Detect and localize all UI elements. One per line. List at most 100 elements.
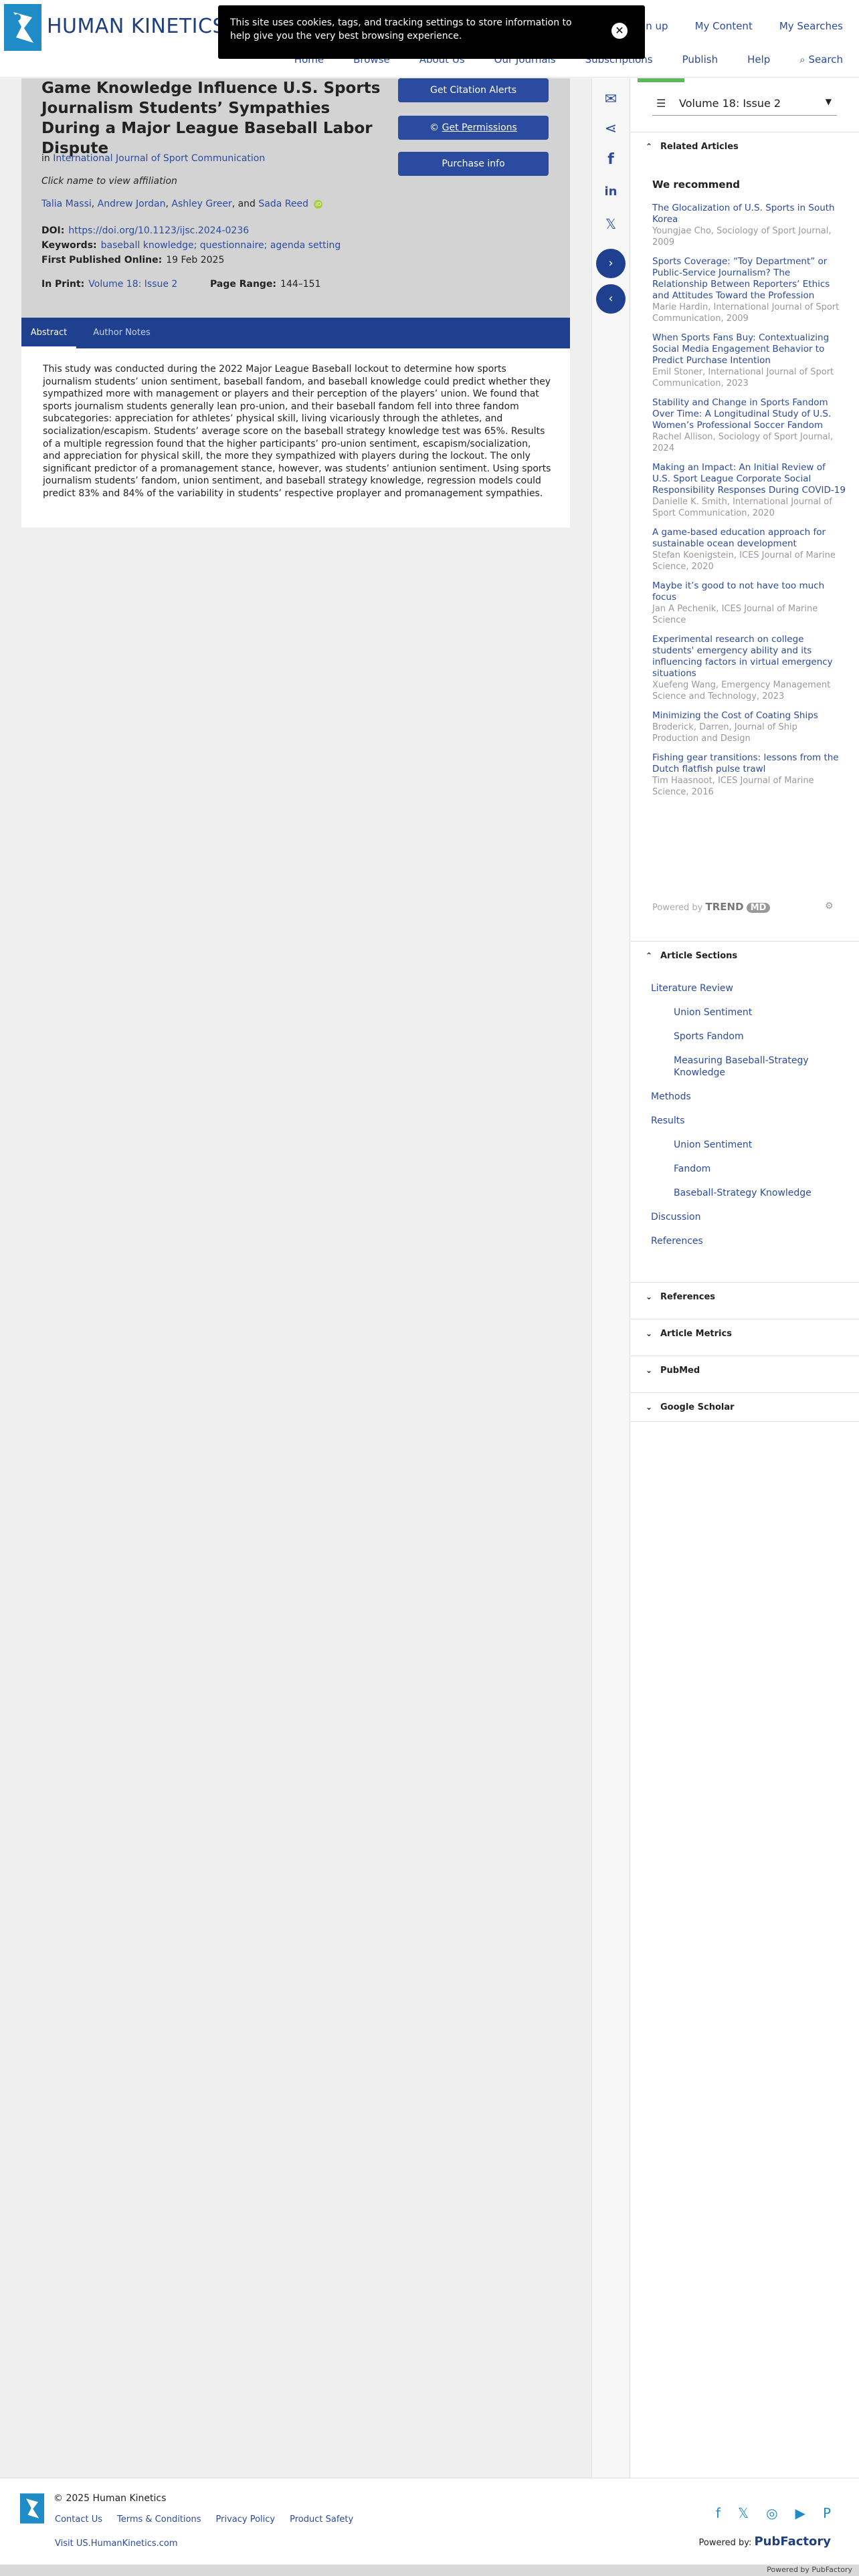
recommendation-title[interactable]: Making an Impact: An Initial Review of U… bbox=[652, 462, 846, 496]
article-section-link[interactable]: Results bbox=[631, 1115, 859, 1127]
recommendation-title[interactable]: The Glocalization of U.S. Sports in Sout… bbox=[652, 203, 846, 225]
get-permissions-button[interactable]: © Get Permissions bbox=[398, 116, 549, 140]
google-scholar-toggle[interactable]: ⌄ Google Scholar bbox=[631, 1392, 859, 1422]
article-section-link[interactable]: References bbox=[631, 1235, 859, 1247]
recommendation-source: Marie Hardin, International Journal of S… bbox=[652, 302, 840, 324]
recommendation-title[interactable]: Stability and Change in Sports Fandom Ov… bbox=[652, 397, 846, 431]
purchase-info-button[interactable]: Purchase info bbox=[398, 152, 549, 176]
footer-logo[interactable] bbox=[20, 2493, 44, 2524]
page-range-row: Page Range: 144–151 bbox=[210, 279, 321, 290]
footer-links: Contact Us Terms & Conditions Privacy Po… bbox=[55, 2514, 353, 2525]
nav-publish[interactable]: Publish bbox=[682, 53, 718, 66]
recommendation-title[interactable]: When Sports Fans Buy: Contextualizing So… bbox=[652, 332, 846, 366]
author-link[interactable]: Ashley Greer bbox=[171, 199, 231, 209]
nav-search[interactable]: ⌕ Search bbox=[799, 53, 843, 66]
pinterest-icon[interactable]: P bbox=[823, 2505, 831, 2521]
contact-us-link[interactable]: Contact Us bbox=[55, 2514, 102, 2525]
terms-link[interactable]: Terms & Conditions bbox=[117, 2514, 201, 2525]
article-section-link[interactable]: Sports Fandom bbox=[631, 1031, 859, 1043]
copyright-icon: © bbox=[430, 122, 442, 133]
my-searches-link[interactable]: My Searches bbox=[779, 20, 843, 32]
share-icon[interactable]: ⋖ bbox=[601, 119, 621, 139]
volume-select[interactable]: ☰ Volume 18: Issue 2 ▼ bbox=[652, 92, 837, 116]
gear-icon[interactable]: ⚙ bbox=[825, 901, 834, 911]
author-link[interactable]: Talia Massi bbox=[41, 199, 92, 209]
doi-label: DOI: bbox=[41, 225, 65, 236]
doi-link[interactable]: https://doi.org/10.1123/ijsc.2024-0236 bbox=[68, 225, 249, 236]
recommendation-item[interactable]: When Sports Fans Buy: Contextualizing So… bbox=[652, 332, 846, 389]
chevron-up-icon: ⌃ bbox=[646, 951, 653, 960]
article-sections-toggle[interactable]: ⌃ Article Sections bbox=[631, 941, 859, 970]
page-range-label: Page Range: bbox=[210, 279, 277, 290]
recommendation-title[interactable]: Maybe it’s good to not have too much foc… bbox=[652, 580, 846, 603]
chevron-left-icon[interactable]: ‹ bbox=[596, 284, 626, 314]
first-published-row: First Published Online: 19 Feb 2025 bbox=[41, 255, 224, 265]
x-icon[interactable]: 𝕏 bbox=[738, 2505, 749, 2521]
article-metrics-toggle[interactable]: ⌄ Article Metrics bbox=[631, 1319, 859, 1348]
recommendation-list: The Glocalization of U.S. Sports in Sout… bbox=[652, 203, 846, 806]
instagram-icon[interactable]: ◎ bbox=[766, 2505, 777, 2521]
trendmd-badge[interactable]: Powered by TREND MD bbox=[652, 901, 771, 913]
keywords-row: Keywords: baseball knowledge; questionnai… bbox=[41, 240, 341, 251]
article-section-link[interactable]: Discussion bbox=[631, 1211, 859, 1223]
article-section-link[interactable]: Literature Review bbox=[631, 982, 859, 994]
related-articles-toggle[interactable]: ⌃ Related Articles bbox=[631, 132, 859, 161]
chevron-down-icon: ⌄ bbox=[646, 1366, 653, 1375]
recommendation-item[interactable]: The Glocalization of U.S. Sports in Sout… bbox=[652, 203, 846, 248]
facebook-icon[interactable]: f bbox=[716, 2505, 721, 2521]
keywords-links[interactable]: baseball knowledge; questionnaire; agend… bbox=[101, 240, 341, 251]
author-link[interactable]: Andrew Jordan bbox=[98, 199, 166, 209]
recommendation-item[interactable]: Experimental research on college student… bbox=[652, 634, 846, 702]
journal-link[interactable]: International Journal of Sport Communica… bbox=[53, 153, 265, 164]
chevron-right-icon[interactable]: › bbox=[596, 249, 626, 278]
recommendation-item[interactable]: A game-based education approach for sust… bbox=[652, 527, 846, 572]
privacy-policy-link[interactable]: Privacy Policy bbox=[216, 2514, 276, 2525]
recommendation-title[interactable]: Fishing gear transitions: lessons from t… bbox=[652, 752, 846, 775]
search-icon: ⌕ bbox=[799, 53, 809, 66]
get-citation-alerts-button[interactable]: Get Citation Alerts bbox=[398, 78, 549, 102]
recommendation-item[interactable]: Fishing gear transitions: lessons from t… bbox=[652, 752, 846, 798]
article-section-link[interactable]: Baseball-Strategy Knowledge bbox=[631, 1187, 859, 1199]
powered-by-pubfactory[interactable]: Powered by: PubFactory bbox=[699, 2535, 831, 2549]
orcid-icon[interactable]: iD bbox=[314, 199, 323, 209]
recommendation-title[interactable]: A game-based education approach for sust… bbox=[652, 527, 846, 550]
email-icon[interactable]: ✉ bbox=[601, 90, 621, 110]
youtube-icon[interactable]: ▶ bbox=[795, 2505, 805, 2521]
recommendation-item[interactable]: Sports Coverage: “Toy Department” or Pub… bbox=[652, 256, 846, 324]
author-link[interactable]: Sada Reed bbox=[258, 199, 308, 209]
recommendation-item[interactable]: Stability and Change in Sports Fandom Ov… bbox=[652, 397, 846, 454]
close-icon[interactable]: ✕ bbox=[611, 23, 628, 39]
visit-hk-link[interactable]: Visit US.HumanKinetics.com bbox=[55, 2539, 178, 2549]
site-footer: © 2025 Human Kinetics Contact Us Terms &… bbox=[0, 2478, 859, 2565]
recommendation-source: Xuefeng Wang, Emergency Management Scien… bbox=[652, 680, 831, 702]
my-content-link[interactable]: My Content bbox=[695, 20, 753, 32]
recommendation-item[interactable]: Maybe it’s good to not have too much foc… bbox=[652, 580, 846, 626]
article-section-link[interactable]: Measuring Baseball-Strategy Knowledge bbox=[631, 1055, 859, 1079]
content-tabs: Abstract Author Notes bbox=[21, 318, 570, 348]
facebook-icon[interactable]: f bbox=[601, 150, 621, 170]
recommendation-title[interactable]: Experimental research on college student… bbox=[652, 634, 846, 679]
recommendation-item[interactable]: Minimizing the Cost of Coating Ships Brod… bbox=[652, 710, 846, 744]
copyright-text: © 2025 Human Kinetics bbox=[54, 2493, 167, 2504]
article-section-link[interactable]: Fandom bbox=[631, 1163, 859, 1175]
article-section-link[interactable]: Union Sentiment bbox=[631, 1139, 859, 1151]
references-toggle[interactable]: ⌄ References bbox=[631, 1282, 859, 1311]
tab-author-notes[interactable]: Author Notes bbox=[85, 318, 159, 348]
chevron-down-icon: ⌄ bbox=[646, 1402, 653, 1412]
linkedin-icon[interactable]: in bbox=[601, 182, 621, 202]
article-section-link[interactable]: Methods bbox=[631, 1091, 859, 1103]
in-print-row: In Print: Volume 18: Issue 2 bbox=[41, 279, 177, 290]
abstract-panel: This study was conducted during the 2022… bbox=[21, 348, 570, 528]
recommendation-title[interactable]: Sports Coverage: “Toy Department” or Pub… bbox=[652, 256, 846, 302]
pubmed-toggle[interactable]: ⌄ PubMed bbox=[631, 1356, 859, 1385]
issue-link[interactable]: Volume 18: Issue 2 bbox=[88, 279, 177, 290]
article-section-link[interactable]: Union Sentiment bbox=[631, 1006, 859, 1018]
human-kinetics-logo[interactable] bbox=[4, 4, 41, 51]
product-safety-link[interactable]: Product Safety bbox=[290, 2514, 353, 2525]
tab-abstract[interactable]: Abstract bbox=[21, 318, 76, 348]
recommendation-item[interactable]: Making an Impact: An Initial Review of U… bbox=[652, 462, 846, 519]
nav-help[interactable]: Help bbox=[747, 53, 770, 66]
page-range-value: 144–151 bbox=[280, 279, 321, 290]
x-icon[interactable]: 𝕏 bbox=[601, 214, 621, 234]
recommendation-title[interactable]: Minimizing the Cost of Coating Ships bbox=[652, 710, 846, 722]
